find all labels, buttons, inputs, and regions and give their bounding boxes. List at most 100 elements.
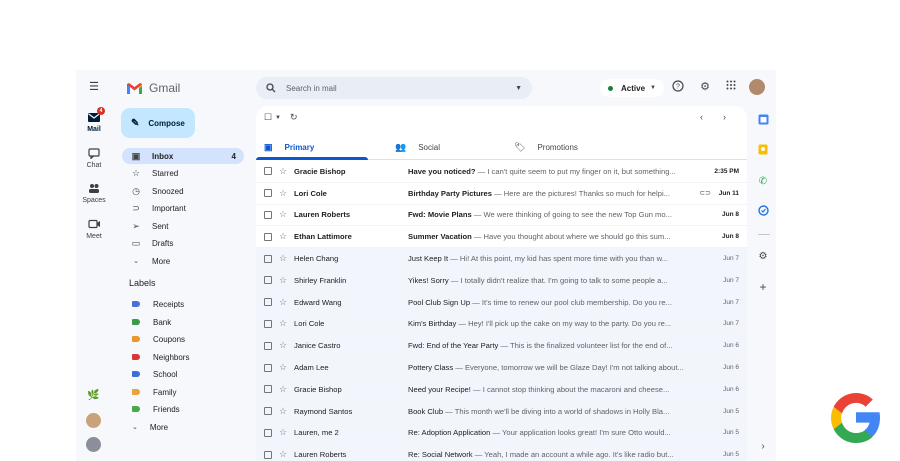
- nav-item-drafts[interactable]: ▭ Drafts: [122, 235, 244, 251]
- email-snippet: — Yeah, I made an account a while ago. I…: [472, 450, 674, 460]
- email-row[interactable]: ☆ Shirley Franklin Yikes! Sorry — I totall…: [256, 269, 747, 292]
- label-neighbors[interactable]: Neighbors: [122, 349, 189, 365]
- row-checkbox[interactable]: [264, 189, 272, 198]
- email-row[interactable]: ☆ Lori Cole Kim's Birthday — Hey! I'll pic…: [256, 313, 747, 336]
- tab-social[interactable]: 👥 Social: [395, 134, 440, 160]
- star-icon[interactable]: ☆: [279, 231, 287, 242]
- nav-item-snoozed[interactable]: ◷ Snoozed: [122, 183, 244, 199]
- email-row[interactable]: ☆ Adam Lee Pottery Class — Everyone, tomor…: [256, 357, 747, 379]
- nav-item-inbox[interactable]: ▣ Inbox 4: [122, 148, 244, 164]
- email-row[interactable]: ☆ Lori Cole Birthday Party Pictures — Here…: [256, 182, 747, 205]
- star-icon[interactable]: ☆: [279, 209, 287, 220]
- star-icon[interactable]: ☆: [279, 384, 287, 395]
- tab-promotions[interactable]: 🏷 Promotions: [514, 134, 578, 160]
- email-row[interactable]: ☆ Raymond Santos Book Club — This month we…: [256, 400, 747, 423]
- next-page-icon[interactable]: ›: [723, 112, 726, 122]
- row-checkbox[interactable]: [264, 319, 272, 328]
- star-icon[interactable]: ☆: [279, 427, 287, 438]
- row-checkbox[interactable]: [264, 450, 272, 459]
- refresh-icon[interactable]: ↻: [290, 112, 298, 123]
- star-icon[interactable]: ☆: [279, 275, 287, 286]
- calendar-icon[interactable]: [756, 114, 770, 128]
- row-checkbox[interactable]: [264, 167, 272, 176]
- email-row[interactable]: ☆ Ethan Lattimore Summer Vacation — Have y…: [256, 226, 747, 249]
- email-row[interactable]: ☆ Helen Chang Just Keep It — Hi! At this p…: [256, 248, 747, 270]
- contact-avatar[interactable]: [86, 413, 101, 428]
- help-icon[interactable]: ?: [671, 80, 685, 94]
- row-checkbox[interactable]: [264, 232, 272, 241]
- star-icon[interactable]: ☆: [279, 340, 287, 351]
- email-row[interactable]: ☆ Lauren, me 2 Re: Adoption Application — …: [256, 422, 747, 445]
- label-school[interactable]: School: [122, 366, 177, 382]
- status-selector[interactable]: Active ▼: [600, 79, 664, 97]
- rail-spaces[interactable]: Spaces: [76, 183, 112, 204]
- star-icon[interactable]: ☆: [279, 406, 287, 417]
- nav-item-label: More: [152, 256, 171, 266]
- row-checkbox[interactable]: [264, 341, 272, 350]
- expand-panel-chevron-icon[interactable]: ›: [756, 440, 770, 454]
- row-checkbox[interactable]: [264, 298, 272, 307]
- tag-icon: 🏷: [514, 141, 526, 152]
- star-icon[interactable]: ☆: [279, 318, 287, 329]
- rail-meet[interactable]: Meet: [76, 219, 112, 240]
- email-row[interactable]: ☆ Lauren Roberts Fwd: Movie Plans — We wer…: [256, 204, 747, 227]
- label-family[interactable]: Family: [122, 384, 177, 400]
- email-row[interactable]: ☆ Gracie Bishop Need your Recipe! — I cann…: [256, 378, 747, 401]
- row-checkbox[interactable]: [264, 385, 272, 394]
- star-icon[interactable]: ☆: [279, 166, 287, 177]
- email-row[interactable]: ☆ Janice Castro Fwd: End of the Year Party…: [256, 335, 747, 358]
- attachment-icon[interactable]: ⊂⊃: [699, 189, 711, 197]
- row-checkbox[interactable]: [264, 428, 272, 437]
- star-icon[interactable]: ☆: [279, 188, 287, 199]
- email-row[interactable]: ☆ Lauren Roberts Re: Social Network — Yeah…: [256, 444, 747, 461]
- nav-item-starred[interactable]: ☆ Starred: [122, 165, 244, 181]
- keep-icon[interactable]: [756, 144, 770, 158]
- nav-item-important[interactable]: ⊃ Important: [122, 200, 244, 216]
- email-subject: Pool Club Sign Up: [408, 297, 471, 307]
- main-menu-button[interactable]: ☰: [76, 81, 112, 93]
- search-bar[interactable]: Search in mail ▼: [256, 77, 532, 99]
- row-checkbox[interactable]: [264, 407, 272, 416]
- get-addons-plus-icon[interactable]: +: [756, 280, 770, 294]
- previous-page-icon[interactable]: ‹: [700, 112, 703, 122]
- email-row[interactable]: ☆ Gracie Bishop Have you noticed? — I can'…: [256, 161, 747, 183]
- rail-mail[interactable]: 4 Mail: [76, 107, 112, 133]
- row-checkbox[interactable]: [264, 210, 272, 219]
- email-date: Jun 11: [718, 189, 739, 197]
- email-preview: Pottery Class — Everyone, tomorrow we wi…: [408, 363, 688, 372]
- compose-label: Compose: [148, 118, 185, 128]
- star-icon[interactable]: ☆: [279, 362, 287, 373]
- row-checkbox[interactable]: [264, 363, 272, 372]
- tasks-icon[interactable]: [756, 205, 770, 219]
- nav-item-more[interactable]: ⌄ More: [122, 253, 244, 269]
- star-icon[interactable]: ☆: [279, 297, 287, 308]
- labels-more[interactable]: ⌄ More: [122, 419, 168, 435]
- apps-grid-icon[interactable]: [724, 80, 738, 94]
- search-input[interactable]: Search in mail: [286, 84, 337, 93]
- select-dropdown-icon[interactable]: ▼: [275, 115, 281, 121]
- nav-item-label: Snoozed: [152, 186, 184, 196]
- settings-gear-icon[interactable]: ⚙: [698, 80, 712, 94]
- compose-button[interactable]: ✎ Compose: [121, 108, 195, 138]
- star-icon[interactable]: ☆: [279, 449, 287, 460]
- nav-item-sent[interactable]: ➢ Sent: [122, 218, 244, 234]
- addon-icon[interactable]: ⚙: [756, 250, 770, 264]
- label-name: Bank: [153, 317, 172, 327]
- label-receipts[interactable]: Receipts: [122, 296, 184, 312]
- contact-avatar[interactable]: [86, 437, 101, 452]
- star-icon[interactable]: ☆: [279, 253, 287, 264]
- status-emoji-icon[interactable]: 🌿: [87, 390, 101, 404]
- account-avatar[interactable]: [749, 79, 765, 95]
- gmail-logo[interactable]: Gmail: [126, 80, 180, 96]
- email-date: Jun 5: [723, 451, 739, 459]
- email-row[interactable]: ☆ Edward Wang Pool Club Sign Up — It's tim…: [256, 291, 747, 314]
- search-options-dropdown-icon[interactable]: ▼: [515, 85, 522, 92]
- select-all-checkbox[interactable]: ☐: [264, 112, 272, 123]
- rail-chat[interactable]: Chat: [76, 148, 112, 169]
- tasks-phone-icon[interactable]: ✆: [756, 175, 770, 189]
- label-friends[interactable]: Friends: [122, 401, 180, 417]
- label-bank[interactable]: Bank: [122, 314, 171, 330]
- row-checkbox[interactable]: [264, 276, 272, 285]
- label-coupons[interactable]: Coupons: [122, 331, 185, 347]
- row-checkbox[interactable]: [264, 254, 272, 263]
